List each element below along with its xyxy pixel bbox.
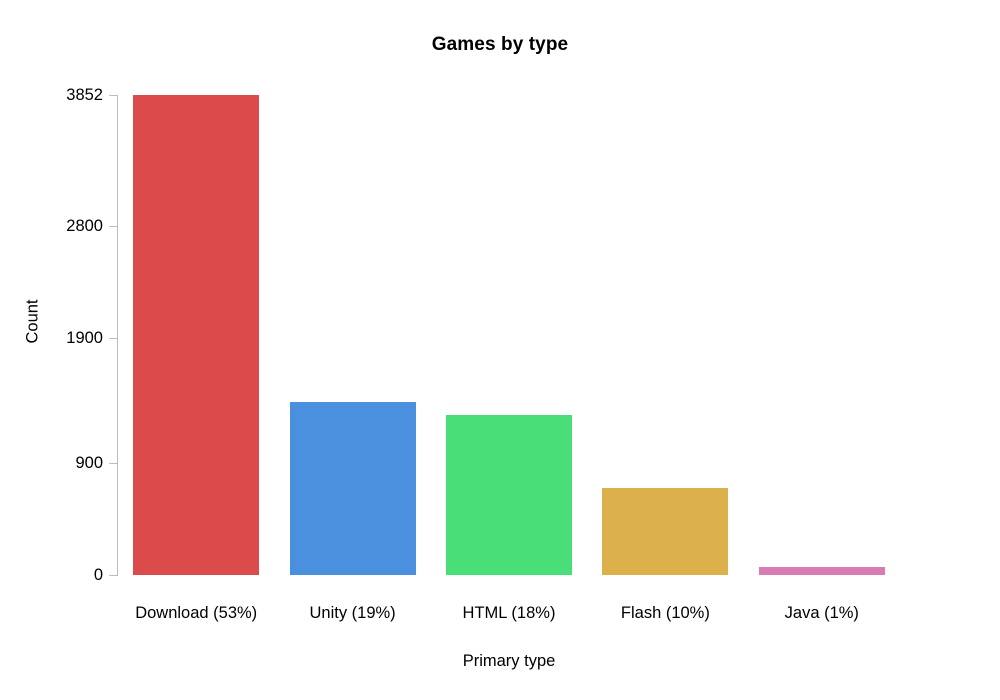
bar[interactable] (602, 487, 729, 575)
x-axis-tick-label: Flash (10%) (620, 604, 710, 622)
y-axis-tick-mark (109, 338, 118, 340)
y-axis-tick-label: 1900 (66, 329, 103, 348)
bar[interactable] (758, 567, 885, 575)
plot-area (118, 95, 900, 575)
x-axis-title: Primary type (462, 652, 556, 670)
y-axis-tick-label: 0 (93, 566, 103, 584)
x-axis-tick-label: HTML (18%) (462, 604, 556, 622)
y-axis-tick-mark (109, 95, 118, 96)
bar[interactable] (133, 95, 260, 575)
y-axis-tick-label: 900 (75, 453, 103, 472)
y-axis-tick-mark (109, 575, 118, 576)
x-axis-tick-label: Java (1%) (784, 604, 859, 622)
y-axis-tick-label: 2800 (66, 217, 103, 236)
bar[interactable] (289, 402, 416, 575)
bar[interactable] (446, 415, 572, 575)
x-axis-tick-label: Download (53%) (135, 604, 258, 622)
y-axis-title: Count (23, 299, 42, 344)
bar-chart: Games by type 0 900 1900 2800 3852 Count Pri… (0, 0, 1000, 700)
x-axis-tick-label: Unity (19%) (309, 604, 396, 622)
y-axis-tick-label: 3852 (66, 86, 103, 104)
y-axis-tick-mark (109, 462, 118, 464)
y-axis-tick-labels: 0 900 1900 2800 3852 (0, 0, 103, 700)
chart-title: Games by type (431, 34, 569, 55)
y-axis-tick-mark (109, 226, 118, 228)
